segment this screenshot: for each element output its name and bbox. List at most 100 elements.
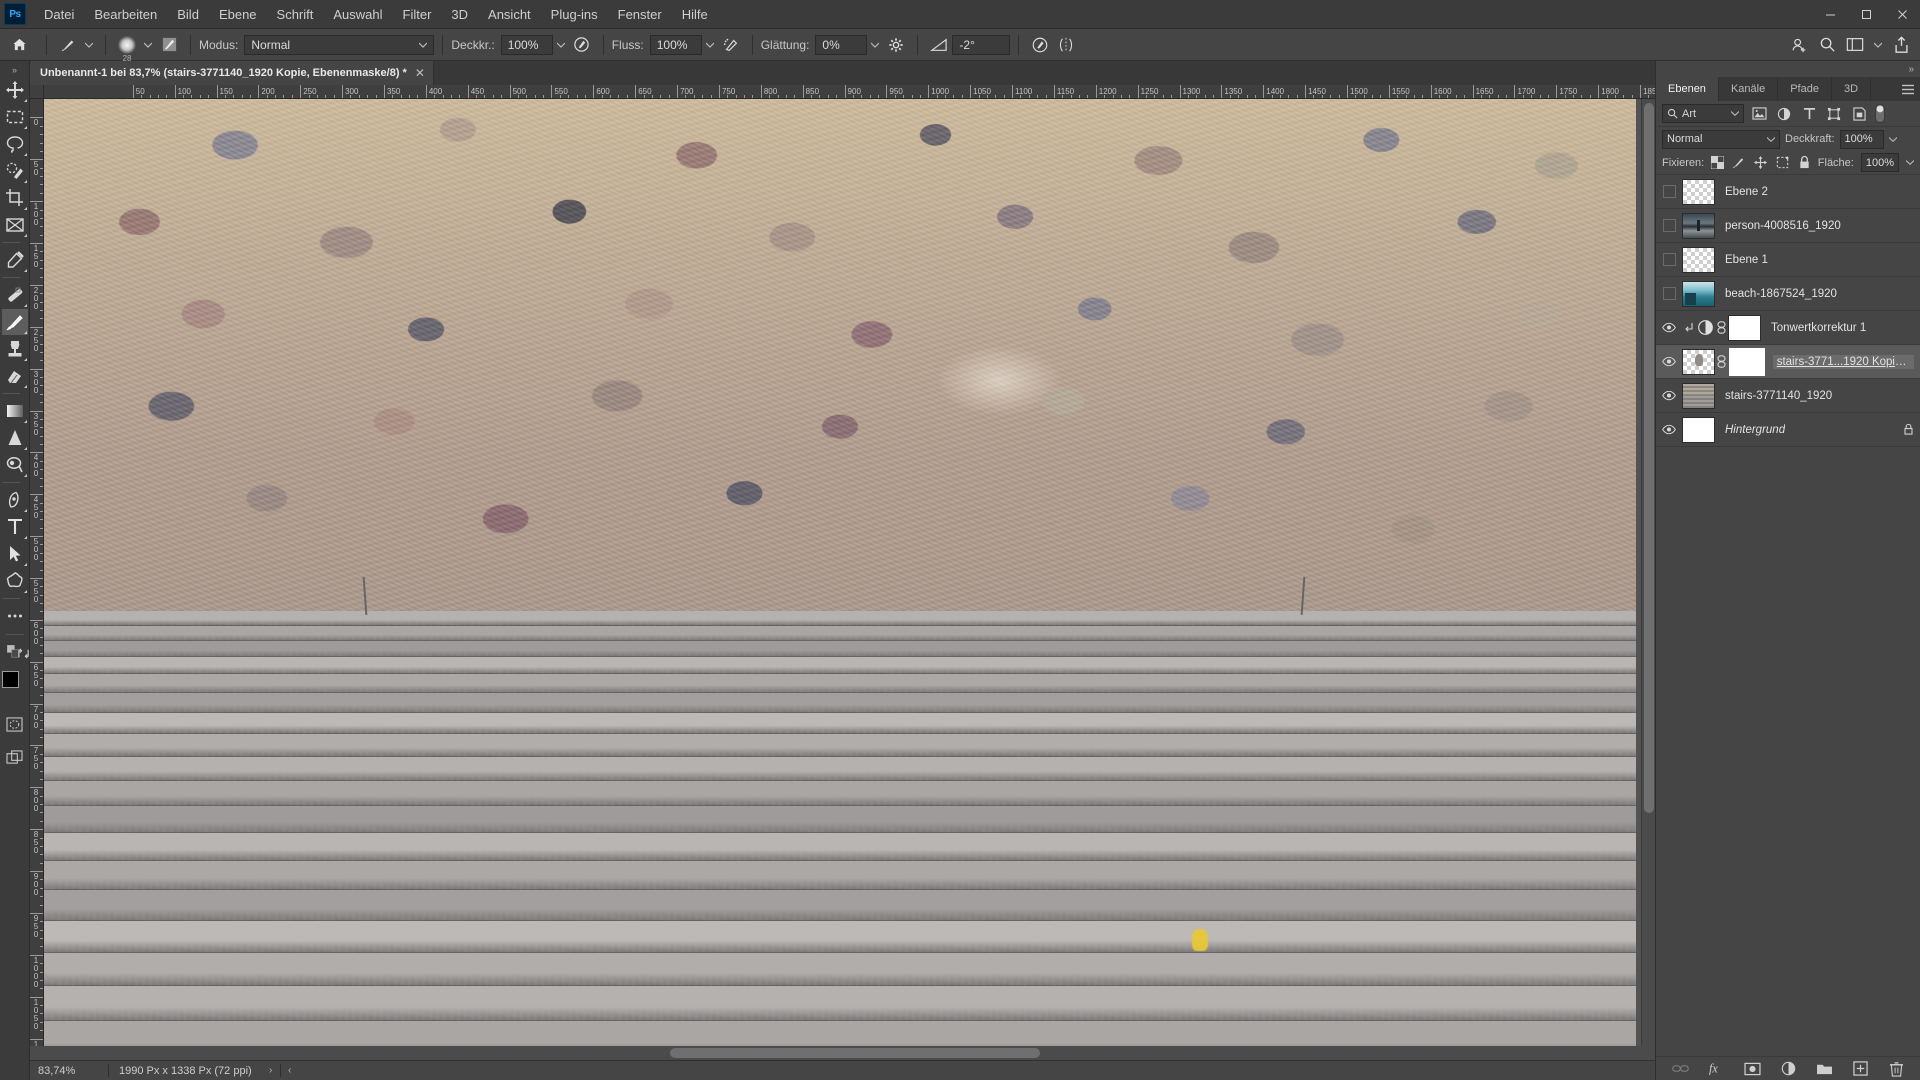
add-layer-mask-icon[interactable] <box>1742 1059 1762 1079</box>
crop-tool[interactable] <box>2 185 28 211</box>
panel-menu-icon[interactable] <box>1896 77 1920 101</box>
blend-mode-select[interactable]: Normal <box>244 34 435 55</box>
layer-row[interactable]: stairs-3771140_1920 <box>1656 379 1920 413</box>
brush-tool-icon[interactable] <box>55 33 81 57</box>
brush-preset-caret-icon[interactable] <box>81 35 97 55</box>
horizontal-scrollbar[interactable] <box>30 1046 1641 1060</box>
brush-size-caret-icon[interactable] <box>140 35 156 55</box>
layer-row[interactable]: Tonwertkorrektur 1 <box>1656 311 1920 345</box>
new-layer-icon[interactable] <box>1850 1059 1870 1079</box>
tab-3d[interactable]: 3D <box>1832 77 1872 101</box>
mask-link-icon[interactable] <box>1715 355 1729 368</box>
tab-channels[interactable]: Kanäle <box>1719 77 1779 101</box>
brush-tool[interactable] <box>1 309 28 335</box>
vertical-scroll-thumb[interactable] <box>1644 103 1654 813</box>
layer-name[interactable]: Tonwertkorrektur 1 <box>1761 322 1866 334</box>
close-button[interactable] <box>1884 0 1920 28</box>
layer-visibility-eye-icon[interactable] <box>1656 413 1682 447</box>
lock-artboard-icon[interactable] <box>1775 153 1790 173</box>
layer-row[interactable]: beach-1867524_1920 <box>1656 277 1920 311</box>
filter-kind-select[interactable]: Art <box>1662 104 1744 123</box>
layer-row[interactable]: Ebene 2 <box>1656 175 1920 209</box>
collapse-panel-icon[interactable]: » <box>1656 61 1920 77</box>
quick-mask-icon[interactable] <box>2 711 28 737</box>
angle-input[interactable]: -2° <box>952 34 1011 55</box>
menu-item-datei[interactable]: Datei <box>34 3 84 26</box>
layer-thumbnail[interactable] <box>1682 280 1715 307</box>
more-tools[interactable] <box>2 603 28 629</box>
airbrush-icon[interactable] <box>718 33 744 57</box>
layer-blend-mode-select[interactable]: Normal <box>1662 129 1780 149</box>
minimize-button[interactable] <box>1812 0 1848 28</box>
fill-caret-icon[interactable] <box>1906 160 1914 165</box>
layer-name[interactable]: person-4008516_1920 <box>1715 220 1841 232</box>
layer-mask-thumbnail[interactable] <box>1728 347 1765 376</box>
fill-input[interactable]: 100% <box>1860 153 1899 172</box>
canvas-stage[interactable] <box>44 99 1641 1046</box>
flow-input[interactable]: 100% <box>649 34 702 55</box>
healing-brush-tool[interactable] <box>2 282 28 308</box>
tab-layers[interactable]: Ebenen <box>1656 77 1719 101</box>
delete-layer-icon[interactable] <box>1886 1059 1906 1079</box>
layer-name[interactable]: Ebene 2 <box>1715 186 1768 198</box>
tab-paths[interactable]: Pfade <box>1778 77 1832 101</box>
layers-list[interactable]: Ebene 2 person-4008516_1920 Ebene 1 beach-1… <box>1656 175 1920 1056</box>
type-tool[interactable] <box>2 514 28 540</box>
new-adjustment-layer-icon[interactable] <box>1778 1059 1798 1079</box>
layer-row[interactable]: stairs-3771...1920 Kopie... <box>1656 345 1920 379</box>
frame-tool[interactable] <box>2 212 28 238</box>
home-icon[interactable] <box>4 33 34 57</box>
smart-object-filter-icon[interactable] <box>1849 104 1869 124</box>
horizontal-ruler[interactable]: 50 100 150 200 250 300 350 400 450 500 550 600 650 70… <box>44 85 1655 99</box>
vertical-ruler[interactable]: 0501001502002503003504004505005506006507… <box>30 99 44 1046</box>
search-icon[interactable] <box>1814 33 1840 57</box>
layer-thumbnail[interactable] <box>1682 246 1715 273</box>
clone-stamp-tool[interactable] <box>2 336 28 362</box>
rectangular-marquee-tool[interactable] <box>2 104 28 130</box>
new-group-icon[interactable] <box>1814 1059 1834 1079</box>
move-tool[interactable] <box>2 77 28 103</box>
close-icon[interactable]: ✕ <box>415 66 425 80</box>
adjustment-filter-icon[interactable] <box>1774 104 1794 124</box>
layer-name[interactable]: stairs-3771...1920 Kopie... <box>1772 354 1914 369</box>
pixel-filter-icon[interactable] <box>1749 104 1769 124</box>
layer-opacity-caret-icon[interactable] <box>1888 136 1897 142</box>
layer-thumbnail[interactable] <box>1682 178 1715 205</box>
workspace-icon[interactable] <box>1842 33 1868 57</box>
expand-toolbar-icon[interactable]: » <box>0 63 29 77</box>
lock-transparency-icon[interactable] <box>1711 153 1725 173</box>
menu-item-auswahl[interactable]: Auswahl <box>323 3 392 26</box>
quick-selection-tool[interactable] <box>2 158 28 184</box>
lock-image-icon[interactable] <box>1731 153 1746 173</box>
layer-style-icon[interactable]: fx <box>1706 1059 1726 1079</box>
shape-filter-icon[interactable] <box>1824 104 1844 124</box>
gear-icon[interactable] <box>883 33 909 57</box>
dodge-tool[interactable] <box>2 452 28 478</box>
export-icon[interactable] <box>1888 33 1914 57</box>
eyedropper-tool[interactable] <box>2 247 28 273</box>
layer-visibility-off-icon[interactable] <box>1656 243 1682 277</box>
horizontal-scroll-thumb[interactable] <box>670 1048 1040 1058</box>
layer-name[interactable]: beach-1867524_1920 <box>1715 288 1837 300</box>
menu-item-bild[interactable]: Bild <box>167 3 209 26</box>
flow-caret-icon[interactable] <box>702 35 718 55</box>
lock-position-icon[interactable] <box>1753 153 1768 173</box>
layer-row[interactable]: person-4008516_1920 <box>1656 209 1920 243</box>
layer-visibility-eye-icon[interactable] <box>1656 345 1682 379</box>
tablet-pressure-icon[interactable] <box>1027 33 1053 57</box>
layer-visibility-eye-icon[interactable] <box>1656 379 1682 413</box>
menu-item-plug-ins[interactable]: Plug-ins <box>541 3 608 26</box>
layer-visibility-off-icon[interactable] <box>1656 277 1682 311</box>
vertical-scrollbar[interactable] <box>1641 99 1655 1046</box>
brush-panel-icon[interactable] <box>156 33 182 57</box>
lasso-tool[interactable] <box>2 131 28 157</box>
brush-size-preview[interactable]: 28 <box>114 32 140 63</box>
zoom-level[interactable]: 83,74% <box>30 1065 108 1077</box>
layer-thumbnail[interactable] <box>1682 382 1715 409</box>
color-swatches[interactable] <box>1 671 29 701</box>
layer-thumbnail[interactable] <box>1681 348 1715 375</box>
share-user-icon[interactable] <box>1786 33 1812 57</box>
maximize-button[interactable] <box>1848 0 1884 28</box>
foreground-color-swatch[interactable] <box>1 671 19 688</box>
type-filter-icon[interactable] <box>1799 104 1819 124</box>
